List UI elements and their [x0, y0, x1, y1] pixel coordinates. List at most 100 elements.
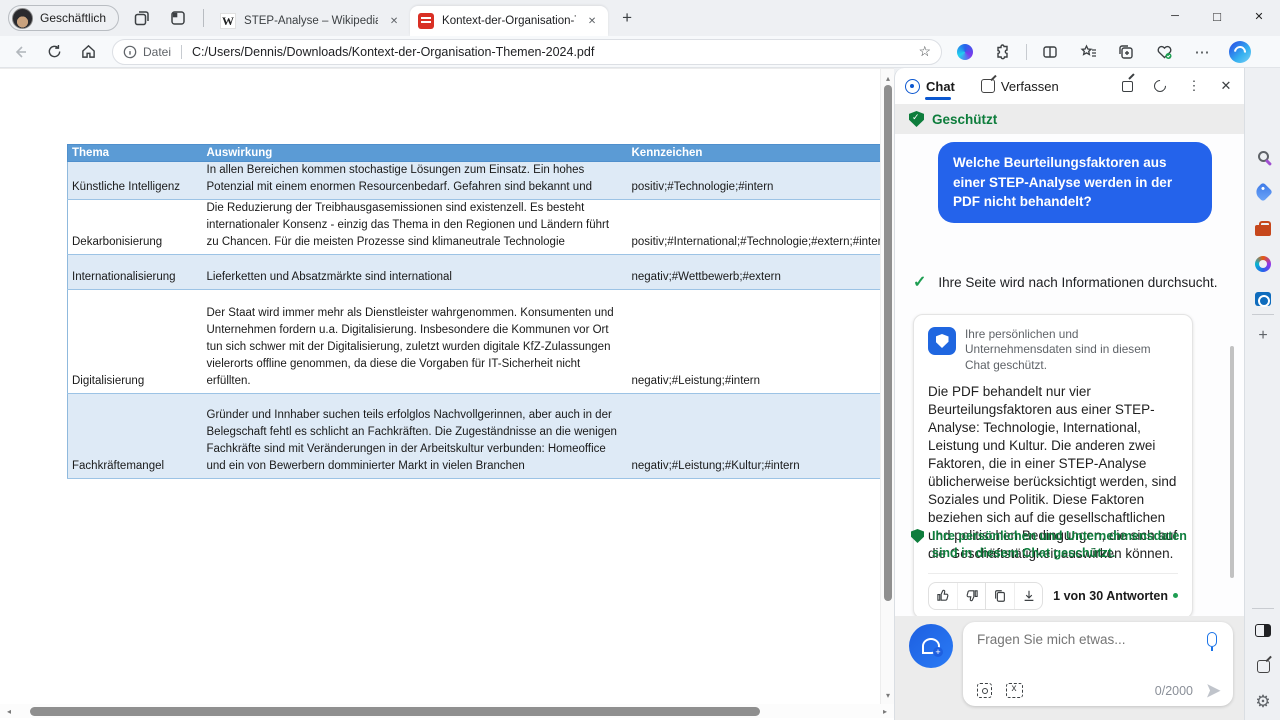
tab-strip: Geschäftlich W STEP-Analyse – Wikipedia … — [0, 0, 1280, 36]
home-icon[interactable] — [74, 38, 102, 66]
table-header-row: Thema Auswirkung Kennzeichen — [67, 144, 883, 162]
tab-compose[interactable]: Verfassen — [980, 68, 1059, 104]
search-status: Ihre Seite wird nach Informationen durch… — [913, 272, 1218, 292]
copilot-header: Chat Verfassen — [895, 68, 1244, 104]
favorites-icon[interactable] — [1073, 38, 1103, 66]
kebab-menu-icon[interactable] — [1186, 78, 1202, 94]
shield-icon — [909, 111, 924, 127]
maximize-icon[interactable] — [1196, 0, 1238, 32]
cell-auswirkung: Der Staat wird immer mehr als Dienstleis… — [202, 289, 628, 394]
m365-icon[interactable] — [1253, 254, 1273, 274]
horizontal-scrollbar[interactable] — [0, 704, 894, 718]
answers-count[interactable]: 1 von 30 Antworten — [1053, 589, 1178, 603]
thumbs-down-icon[interactable] — [957, 582, 985, 609]
copilot-icon[interactable] — [1225, 38, 1255, 66]
minimize-icon[interactable] — [1154, 0, 1196, 32]
privacy-footer-text: Ihre persönlichen und Unternehmensdaten … — [932, 529, 1187, 560]
cell-kennzeichen: positiv;#International;#Technologie;#ext… — [627, 199, 883, 255]
shopping-tag-icon[interactable] — [1253, 182, 1273, 202]
answers-count-text: 1 von 30 Antworten — [1053, 588, 1168, 603]
tab-chat[interactable]: Chat — [905, 68, 955, 104]
scrollbar-thumb[interactable] — [884, 85, 892, 601]
add-sidebar-app-icon[interactable] — [1253, 326, 1273, 346]
cell-thema: Dekarbonisierung — [67, 199, 203, 255]
split-screen-icon[interactable] — [1035, 38, 1065, 66]
status-text: Ihre Seite wird nach Informationen durch… — [938, 274, 1218, 290]
scroll-left-icon[interactable] — [2, 704, 16, 718]
table-row: Internationalisierung Lieferketten und A… — [67, 254, 883, 290]
settings-gear-icon[interactable] — [1253, 692, 1273, 712]
cell-auswirkung: In allen Bereichen kommen stochastige Lö… — [202, 161, 628, 200]
snip-icon[interactable] — [1006, 683, 1023, 698]
chat-input[interactable] — [977, 632, 1207, 647]
url-scheme-label[interactable]: Datei — [143, 45, 171, 59]
back-icon[interactable] — [6, 38, 34, 66]
cell-thema: Internationalisierung — [67, 254, 203, 290]
navigation-toolbar: Datei C:/Users/Dennis/Downloads/Kontext-… — [0, 36, 1280, 68]
mic-icon[interactable] — [1207, 632, 1217, 651]
tab-label: Chat — [926, 78, 955, 94]
chat-icon — [905, 78, 920, 94]
open-external-icon[interactable] — [1122, 80, 1133, 92]
sidebar-scrollbar[interactable] — [1230, 346, 1234, 578]
chat-history: Welche Beurteilungsfaktoren aus einer ST… — [895, 134, 1244, 619]
new-topic-icon — [922, 638, 943, 657]
copy-icon[interactable] — [986, 583, 1014, 609]
table-row: Dekarbonisierung Die Reduzierung der Tre… — [67, 199, 883, 255]
tab-actions-icon[interactable] — [165, 5, 191, 31]
profile-label: Geschäftlich — [40, 11, 107, 25]
screenshot-icon[interactable] — [977, 683, 992, 698]
new-tab-button[interactable] — [614, 5, 640, 31]
content-area: Thema Auswirkung Kennzeichen Künstliche … — [0, 68, 1280, 720]
toolbox-icon[interactable] — [1253, 218, 1273, 238]
scrollbar-thumb[interactable] — [30, 707, 760, 716]
thumbs-up-icon[interactable] — [929, 583, 957, 609]
tab-label: Verfassen — [1000, 78, 1059, 94]
open-link-icon[interactable] — [1253, 656, 1273, 676]
workspaces-icon[interactable] — [129, 5, 155, 31]
tab-wikipedia[interactable]: W STEP-Analyse – Wikipedia — [212, 6, 410, 36]
download-icon[interactable] — [1014, 582, 1042, 609]
close-icon[interactable] — [1218, 78, 1234, 94]
window-controls — [1154, 0, 1280, 32]
collections-icon[interactable] — [1111, 38, 1141, 66]
refresh-icon[interactable] — [1151, 77, 1169, 95]
url-text[interactable]: C:/Users/Dennis/Downloads/Kontext-der-Or… — [192, 45, 918, 59]
cell-auswirkung: Gründer und Innhaber suchen teils erfolg… — [202, 393, 628, 479]
wikipedia-w-icon: W — [220, 13, 237, 29]
scroll-right-icon[interactable] — [878, 704, 892, 718]
vertical-scrollbar[interactable] — [880, 69, 894, 704]
close-icon[interactable] — [584, 13, 600, 29]
editor-extension-icon[interactable] — [950, 38, 980, 66]
profile-button[interactable]: Geschäftlich — [8, 5, 120, 31]
copilot-sidebar: Chat Verfassen Geschützt Welche Beu — [894, 68, 1244, 720]
cell-auswirkung: Die Reduzierung der Treibhausgasemission… — [202, 199, 628, 255]
shield-icon — [928, 327, 956, 355]
refresh-icon[interactable] — [40, 38, 68, 66]
char-counter: 0/2000 — [1154, 683, 1193, 698]
address-bar[interactable]: Datei C:/Users/Dennis/Downloads/Kontext-… — [112, 38, 942, 65]
cell-kennzeichen: negativ;#Leistung;#Kultur;#intern — [627, 393, 883, 479]
sidebar-panel-icon[interactable] — [1253, 620, 1273, 640]
new-topic-button[interactable] — [909, 624, 953, 668]
cell-kennzeichen: negativ;#Wettbewerb;#extern — [627, 254, 883, 290]
send-icon[interactable] — [1207, 683, 1221, 698]
close-icon[interactable] — [386, 13, 402, 29]
close-icon[interactable] — [1238, 0, 1280, 32]
chat-input-card: 0/2000 — [963, 622, 1233, 706]
tab-pdf-active[interactable]: Kontext-der-Organisation-Theme — [410, 6, 609, 36]
table-row: Künstliche Intelligenz In allen Bereiche… — [67, 161, 883, 200]
scroll-down-icon[interactable] — [881, 688, 895, 702]
pdf-viewer[interactable]: Thema Auswirkung Kennzeichen Künstliche … — [0, 68, 894, 720]
column-header: Thema — [67, 144, 203, 162]
search-icon[interactable] — [1253, 146, 1273, 166]
settings-more-icon[interactable] — [1187, 38, 1217, 66]
scroll-up-icon[interactable] — [881, 71, 895, 85]
browser-essentials-icon[interactable] — [1149, 38, 1179, 66]
extensions-icon[interactable] — [988, 38, 1018, 66]
tab-title: Kontext-der-Organisation-Theme — [442, 15, 576, 27]
column-header: Kennzeichen — [627, 144, 883, 162]
outlook-icon[interactable] — [1253, 289, 1273, 309]
chat-input-zone: 0/2000 — [895, 616, 1244, 720]
favorite-star-icon[interactable] — [918, 43, 931, 60]
